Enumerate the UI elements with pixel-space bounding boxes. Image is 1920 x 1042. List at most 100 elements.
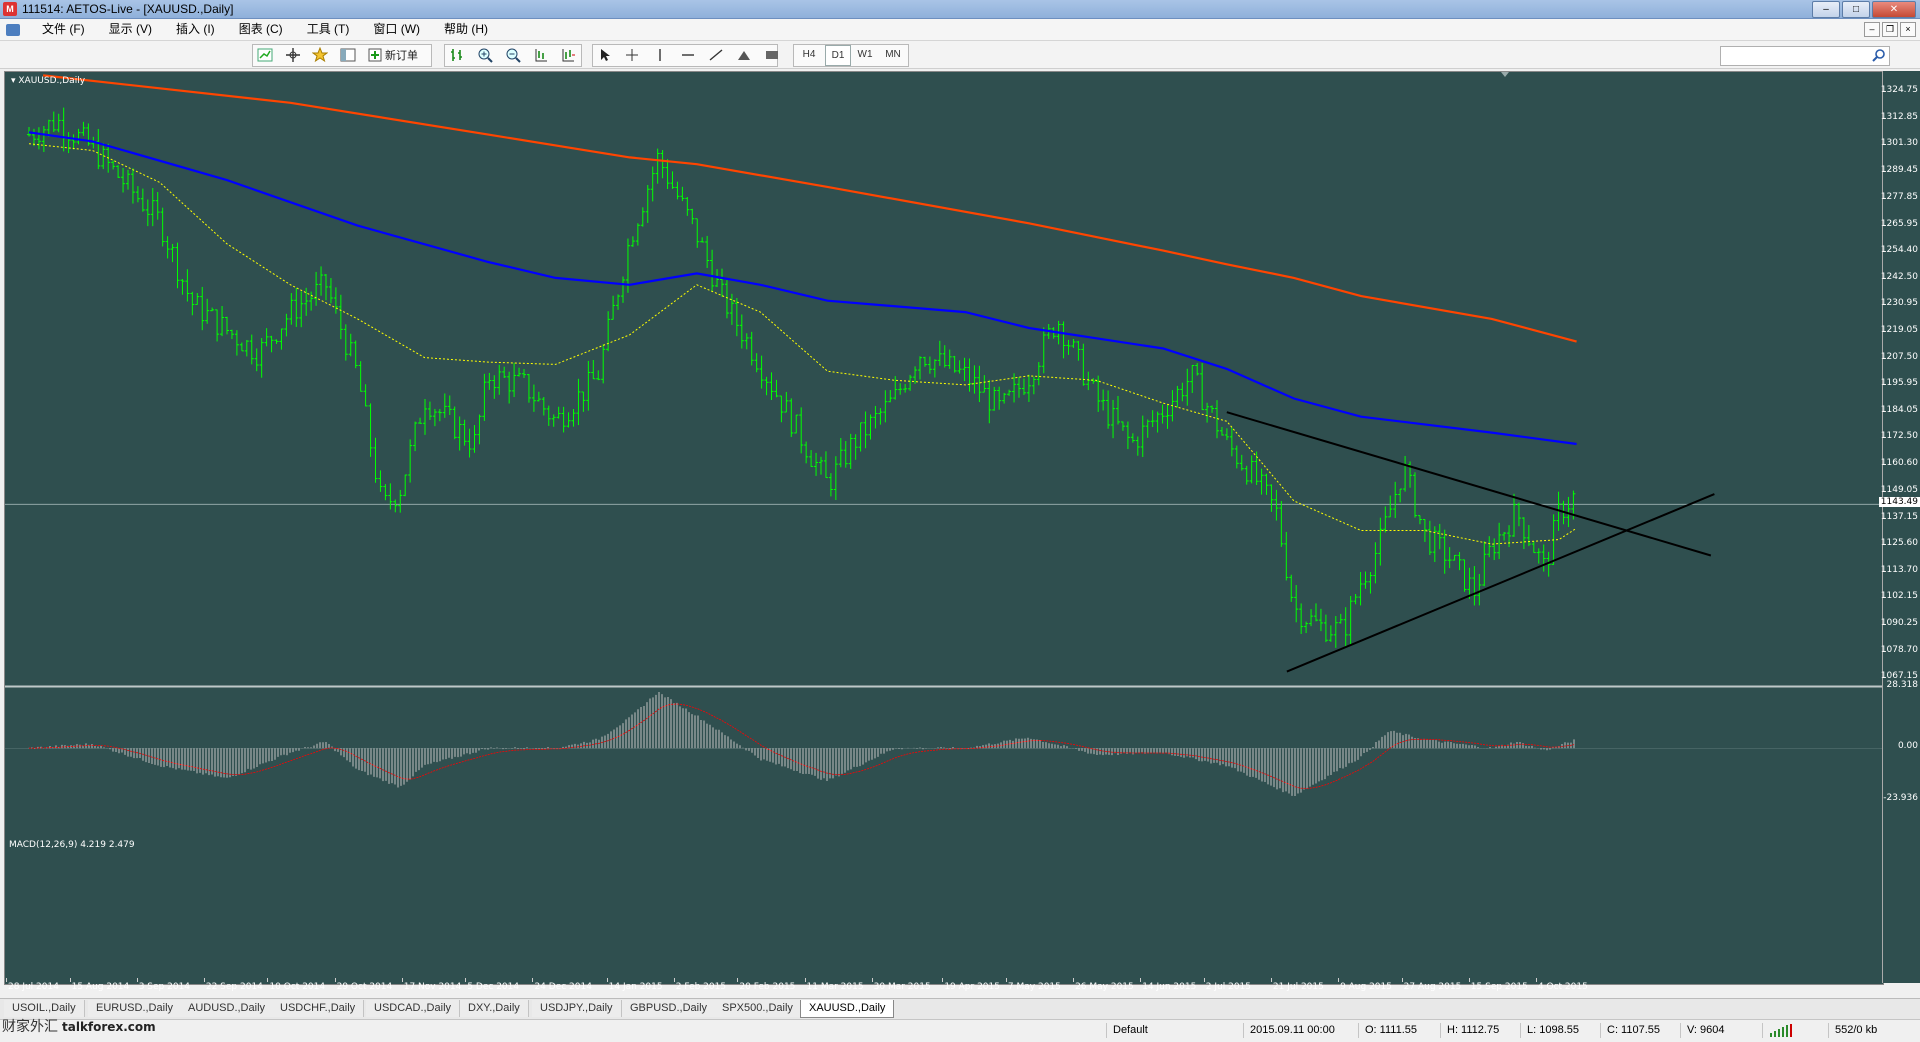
new-chart-icon[interactable] [255,45,275,64]
chart-tab[interactable]: AUDUSD.,Daily [180,1000,275,1017]
candle [324,274,328,301]
candle [66,132,71,154]
candle [576,378,581,426]
candle [828,473,833,497]
current-price-label: 1143.49 [1878,497,1920,508]
chart-shift-icon[interactable] [531,45,551,64]
candle [1309,609,1314,627]
candle [116,165,121,178]
candle [254,348,259,372]
chart-tab[interactable]: USDCAD.,Daily [366,1000,461,1017]
price-label: 1301.30 [1880,138,1918,149]
triangle-icon[interactable] [734,45,754,64]
search-icon[interactable] [1872,48,1886,62]
timeframe-w1[interactable]: W1 [853,45,877,64]
menu-file[interactable]: 文件 (F) [30,19,97,40]
candle [487,372,492,390]
mdi-minimize-button[interactable]: – [1864,22,1880,37]
candle [41,125,46,152]
candle [799,407,804,454]
candle [1294,585,1299,623]
chart-tab[interactable]: GBPUSD.,Daily [622,1000,717,1017]
candle [601,344,606,384]
navigator-icon[interactable] [338,45,358,64]
candle [848,433,853,469]
price-chart[interactable] [5,72,1883,984]
chart-tab[interactable]: EURUSD.,Daily [88,1000,183,1017]
menu-charts[interactable]: 图表 (C) [227,19,295,40]
chart-tab[interactable]: USDCHF.,Daily [272,1000,365,1017]
close-button[interactable]: ✕ [1872,1,1916,18]
minimize-button[interactable]: – [1812,1,1840,18]
candle [630,236,635,247]
candle [522,369,526,379]
candle [1318,608,1323,632]
crosshair-move-icon[interactable] [283,45,303,64]
new-order-button[interactable]: 新订单 [368,45,426,64]
candle [947,349,952,369]
vertical-line-icon[interactable] [650,45,670,64]
menu-help[interactable]: 帮助 (H) [432,19,500,40]
chart-tab[interactable]: XAUUSD.,Daily [800,1000,895,1018]
candle [1210,405,1215,413]
candle [1497,522,1502,560]
chart-tab[interactable]: USOIL.,Daily [4,1000,85,1017]
cursor-icon[interactable] [595,45,615,64]
chart-window[interactable]: ▾ XAUUSD.,Daily MACD(12,26,9) 4.219 2.47… [4,71,1884,985]
price-axis[interactable]: 1324.75 1312.85 1301.30 1289.45 1277.85 1265.… [1878,71,1920,983]
mdi-close-button[interactable]: × [1900,22,1916,37]
candle [814,452,819,476]
search-input[interactable] [1720,46,1890,66]
chart-tab[interactable]: DXY.,Daily [460,1000,529,1017]
candle [56,113,61,133]
timeframe-h4[interactable]: H4 [797,45,821,64]
candle [408,439,413,483]
candle [1502,531,1507,541]
date-tick [737,978,739,982]
macd-axis-label: -23.936 [1883,793,1918,803]
candle [215,309,220,342]
candle [1091,378,1096,384]
candle [789,398,794,437]
new-order-label: 新订单 [385,49,418,62]
app-icon: M [3,2,17,16]
candle [1224,428,1229,441]
candle [378,470,383,492]
candle [427,401,432,420]
menu-view[interactable]: 显示 (V) [97,19,164,40]
timeframe-d1[interactable]: D1 [825,45,851,66]
zoom-out-icon[interactable] [503,45,523,64]
date-label: 4 Oct 2015 [1537,982,1588,992]
date-tick [606,978,608,982]
timeframe-mn[interactable]: MN [881,45,905,64]
favorites-icon[interactable] [310,45,330,64]
menu-window[interactable]: 窗口 (W) [361,19,432,40]
chart-tab[interactable]: SPX500.,Daily [714,1000,802,1017]
candle [1299,603,1304,634]
horizontal-line-icon[interactable] [678,45,698,64]
autoscroll-icon[interactable] [558,45,578,64]
candle [957,360,962,374]
crosshair-icon[interactable] [622,45,642,64]
date-label: 27 Aug 2015 [1403,982,1462,992]
chart-tab[interactable]: USDJPY.,Daily [532,1000,622,1017]
menu-insert[interactable]: 插入 (I) [164,19,227,40]
rectangle-icon[interactable] [762,45,782,64]
date-tick [1401,978,1403,982]
candle [561,406,566,433]
mdi-restore-button[interactable]: ❐ [1882,22,1898,37]
trendline-icon[interactable] [706,45,726,64]
candle [418,417,423,424]
maximize-button[interactable]: □ [1842,1,1870,18]
date-label: 2 Feb 2015 [675,982,727,992]
zoom-in-icon[interactable] [475,45,495,64]
new-order-icon [368,48,382,61]
candle [883,390,888,423]
menu-tools[interactable]: 工具 (T) [295,19,362,40]
candle [982,375,987,393]
candle [878,408,883,425]
candle [1403,455,1408,492]
date-tick [136,978,138,982]
candle [1289,574,1294,602]
bar-chart-icon[interactable] [447,45,467,64]
